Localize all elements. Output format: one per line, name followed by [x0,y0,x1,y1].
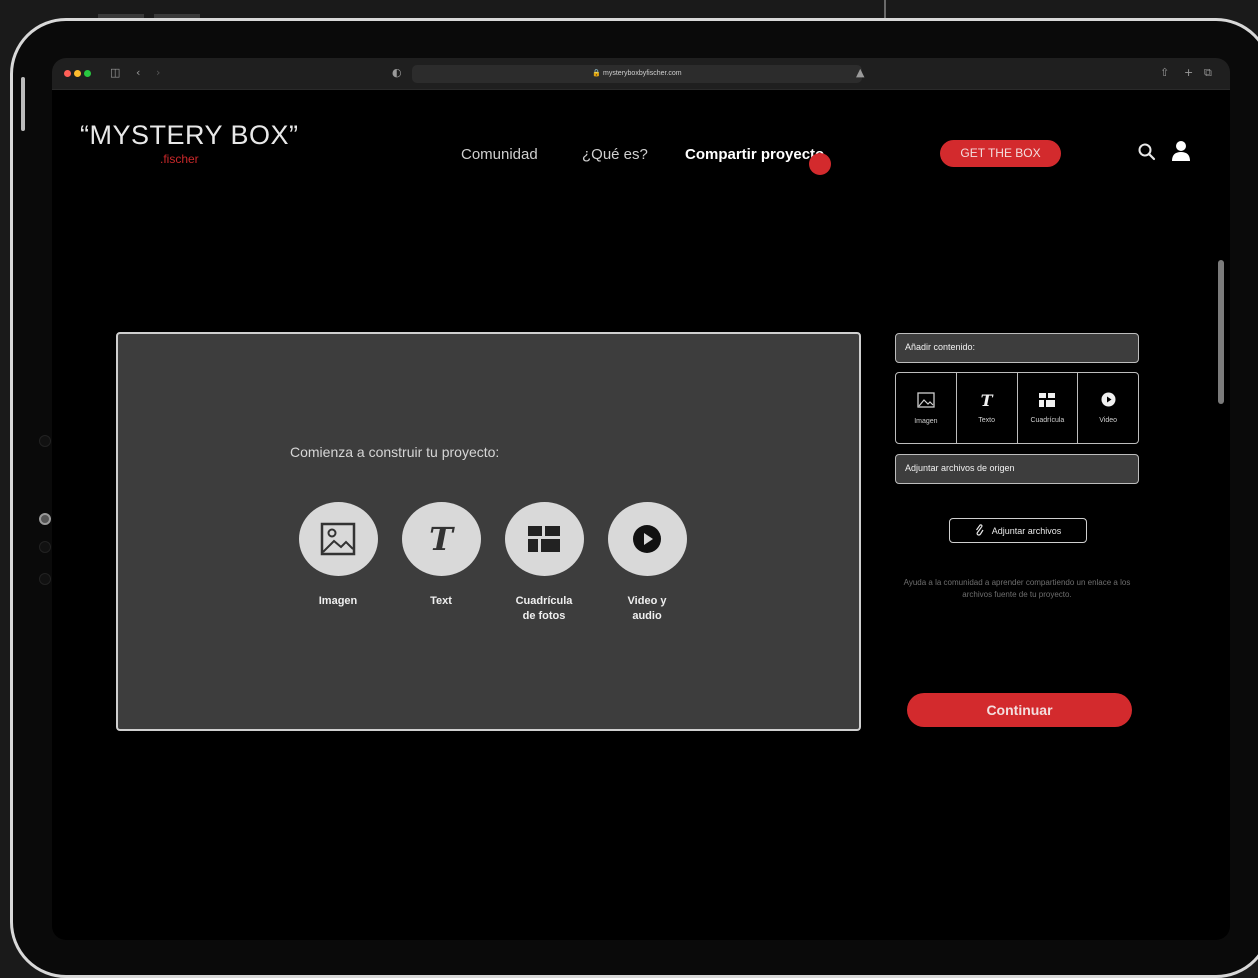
grid-icon [504,502,584,576]
site-logo-subtitle: .fischer [160,152,199,166]
back-icon[interactable]: ‹ [136,66,140,79]
mini-tool-label: Texto [978,416,995,424]
tablet-side-button [21,77,25,131]
get-the-box-button[interactable]: GET THE BOX [940,140,1061,167]
privacy-shield-icon[interactable]: ◐ [392,66,402,79]
nav-link-comunidad[interactable]: Comunidad [461,146,538,163]
browser-screen: ◫ ‹ › ◐ 🔒 mysteryboxbyfischer.com ▲ ⇧ + … [52,58,1230,940]
attach-source-field[interactable]: Adjuntar archivos de origen [895,454,1139,484]
background-top [0,0,1258,20]
lock-icon: 🔒 [592,70,602,77]
paperclip-icon [975,523,984,538]
mini-tool-label: Imagen [914,417,938,425]
mini-tool-grid-item[interactable]: Cuadrícula [1018,373,1079,443]
canvas-title: Comienza a construir tu proyecto: [290,444,500,460]
address-text: mysteryboxbyfischer.com [603,70,682,77]
page-scrollbar[interactable] [1218,260,1224,404]
image-icon [917,391,935,410]
reader-icon[interactable]: ▲ [856,66,864,79]
site-logo[interactable]: “MYSTERY BOX” [80,120,299,151]
tabs-overview-icon[interactable]: ⧉ [1204,66,1212,80]
user-icon[interactable] [1171,140,1191,167]
mini-tool-label: Video [1099,417,1118,424]
tool-label-imagen: Imagen [318,595,358,607]
play-icon [607,502,687,576]
text-icon: T [401,502,481,576]
image-icon [298,502,378,576]
tool-label-text: Text [430,595,452,607]
add-video-audio-tool[interactable]: Video y audio [587,502,707,624]
attach-files-button[interactable]: Adjuntar archivos [949,518,1087,543]
close-window-button[interactable] [64,70,71,77]
add-text-tool[interactable]: T Text [381,502,501,609]
attach-files-label: Adjuntar archivos [991,525,1062,536]
continue-button[interactable]: Continuar [907,693,1132,727]
new-tab-icon[interactable]: + [1184,66,1193,79]
nav-link-que-es[interactable]: ¿Qué es? [582,146,648,163]
add-content-field[interactable]: Añadir contenido: [895,333,1139,363]
mini-tool-grid: Imagen T Texto Cuadrícula Video [895,372,1139,444]
help-text: Ayuda a la comunidad a aprender comparti… [903,578,1131,599]
background-divider [884,0,886,18]
add-image-tool[interactable]: Imagen [278,502,398,609]
tablet-sensor [39,435,51,447]
nav-link-compartir-proyecto[interactable]: Compartir proyecto [685,146,824,163]
sidebar-toggle-icon[interactable]: ◫ [110,66,120,79]
add-photo-grid-tool[interactable]: Cuadrícula de fotos [484,502,604,624]
search-icon[interactable] [1138,142,1156,167]
maximize-window-button[interactable] [84,70,91,77]
tablet-camera [39,513,51,525]
tool-label-cuadricula: Cuadrícula de fotos [515,595,573,622]
address-bar[interactable]: 🔒 mysteryboxbyfischer.com [412,65,862,83]
mini-tool-text[interactable]: T Texto [957,373,1018,443]
mini-tool-image[interactable]: Imagen [896,373,957,443]
browser-toolbar: ◫ ‹ › ◐ 🔒 mysteryboxbyfischer.com ▲ ⇧ + … [52,58,1230,90]
minimize-window-button[interactable] [74,70,81,77]
forward-icon[interactable]: › [156,66,160,79]
mini-tool-label: Cuadrícula [1030,416,1065,424]
mini-tool-video[interactable]: Video [1078,373,1138,443]
tablet-sensor [39,541,51,553]
share-icon[interactable]: ⇧ [1160,66,1169,79]
text-icon: T [980,390,993,410]
grid-icon [1039,392,1056,409]
tool-label-video: Video y audio [627,595,667,622]
tablet-sensor [39,573,51,585]
play-icon [1101,392,1116,409]
active-nav-indicator [809,153,831,175]
project-canvas: Comienza a construir tu proyecto: Imagen… [116,332,861,731]
